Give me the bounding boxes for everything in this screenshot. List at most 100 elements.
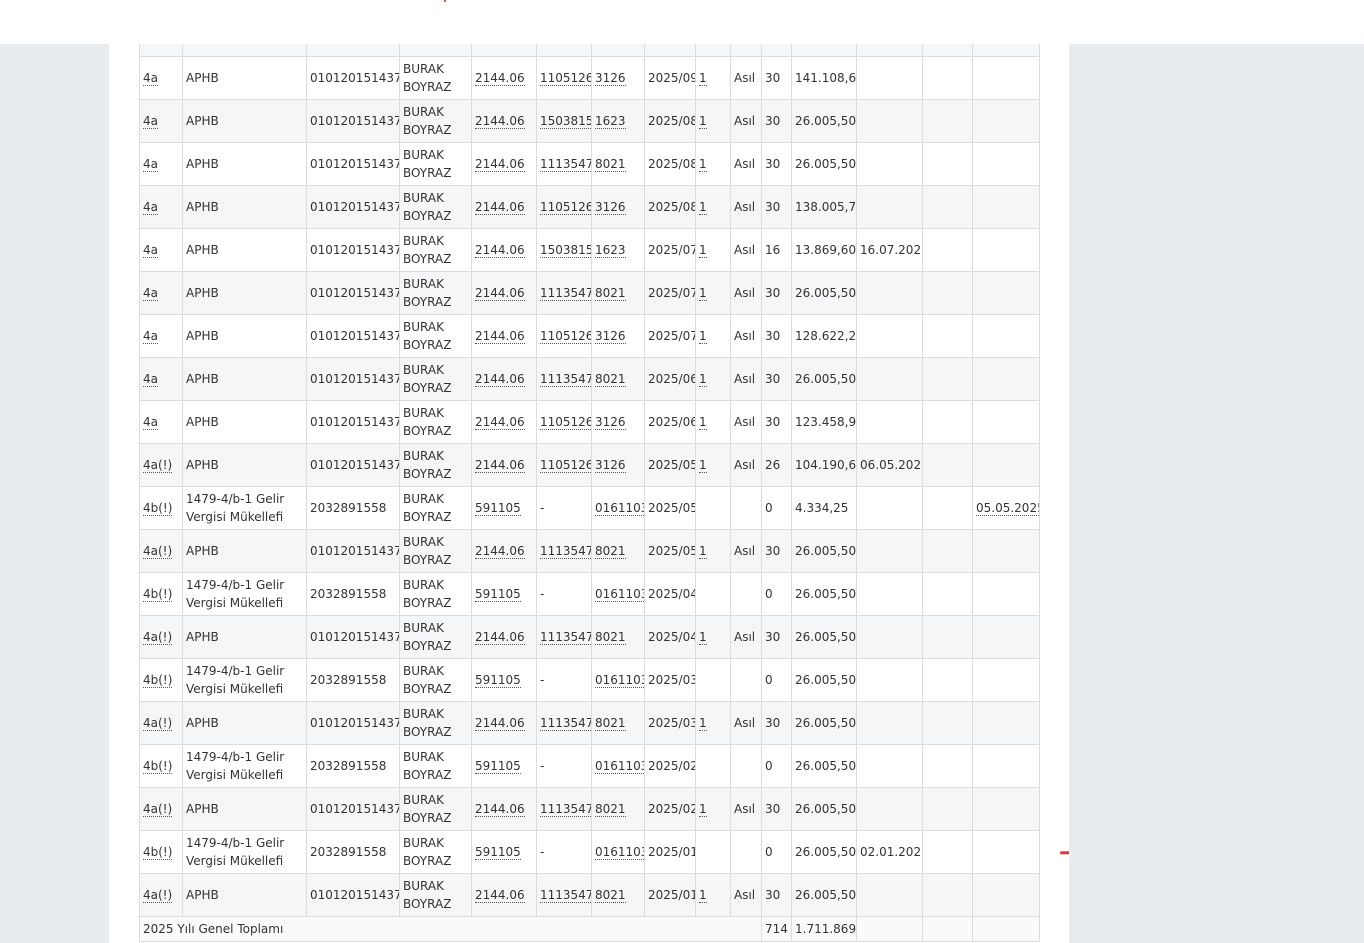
abbr-isyeri[interactable]: 1105126 <box>540 71 591 86</box>
abbr-seq[interactable]: 1 <box>699 114 707 129</box>
cell-tip: 4a <box>139 271 183 315</box>
abbr-kod[interactable]: 591105 <box>475 845 521 860</box>
abbr-kod[interactable]: 2144.06 <box>475 157 525 172</box>
abbr-tip[interactable]: 4a(!) <box>143 458 173 473</box>
abbr-kod[interactable]: 2144.06 <box>475 71 525 86</box>
abbr-kod[interactable]: 2144.06 <box>475 286 525 301</box>
cell-x <box>922 615 973 659</box>
abbr-meslek[interactable]: 3126 <box>595 200 626 215</box>
abbr-seq[interactable]: 1 <box>699 716 707 731</box>
abbr-seq[interactable]: 1 <box>699 458 707 473</box>
abbr-kod[interactable]: 591105 <box>475 759 521 774</box>
abbr-meslek[interactable]: 3126 <box>595 415 626 430</box>
abbr-meslek[interactable]: 8021 <box>595 630 626 645</box>
abbr-isyeri[interactable]: 1113547 <box>540 716 591 731</box>
abbr-isyeri[interactable]: 1113547 <box>540 630 591 645</box>
abbr-meslek[interactable]: 0161103 <box>595 587 644 602</box>
cell-tur <box>730 830 762 874</box>
table-row: 4b(!) 1479-4/b-1 Gelir Vergisi Mükellefi 2… <box>139 744 1040 788</box>
abbr-tip[interactable]: 4b(!) <box>143 845 173 860</box>
abbr-tip[interactable]: 4b(!) <box>143 587 173 602</box>
abbr-meslek[interactable]: 0161103 <box>595 845 644 860</box>
abbr-kod[interactable]: 591105 <box>475 501 521 516</box>
abbr-isyeri[interactable]: 1105126 <box>540 200 591 215</box>
abbr-meslek[interactable]: 8021 <box>595 716 626 731</box>
abbr-tip[interactable]: 4a <box>143 157 158 172</box>
abbr-meslek[interactable]: 8021 <box>595 888 626 903</box>
abbr-kod[interactable]: 2144.06 <box>475 802 525 817</box>
abbr-meslek[interactable]: 3126 <box>595 329 626 344</box>
abbr-kod[interactable]: 2144.06 <box>475 200 525 215</box>
abbr-kod[interactable]: 2144.06 <box>475 415 525 430</box>
abbr-isyeri[interactable]: 1113547 <box>540 157 591 172</box>
abbr-tip[interactable]: 4a <box>143 200 158 215</box>
abbr-kod[interactable]: 591105 <box>475 587 521 602</box>
abbr-meslek[interactable]: 8021 <box>595 157 626 172</box>
abbr-tip[interactable]: 4a <box>143 415 158 430</box>
abbr-isyeri[interactable]: 1105126 <box>540 415 591 430</box>
abbr-kod[interactable]: 2144.06 <box>475 329 525 344</box>
abbr-tip[interactable]: 4a <box>143 329 158 344</box>
cell-donem: 2025/06 <box>644 357 696 401</box>
abbr-isyeri[interactable]: 1503815 <box>540 243 591 258</box>
abbr-kod[interactable]: 2144.06 <box>475 372 525 387</box>
abbr-isyeri[interactable]: 1105126 <box>540 329 591 344</box>
abbr-seq[interactable]: 1 <box>699 286 707 301</box>
abbr-seq[interactable]: 1 <box>699 71 707 86</box>
abbr-tip[interactable]: 4a(!) <box>143 716 173 731</box>
abbr-meslek[interactable]: 3126 <box>595 458 626 473</box>
abbr-tip[interactable]: 4a <box>143 114 158 129</box>
abbr-meslek[interactable]: 8021 <box>595 372 626 387</box>
abbr-meslek[interactable]: 8021 <box>595 286 626 301</box>
cell-kod: 2144.06 <box>471 873 537 917</box>
abbr-meslek[interactable]: 8021 <box>595 544 626 559</box>
abbr-isyeri[interactable]: 1105126 <box>540 458 591 473</box>
abbr-meslek[interactable]: 3126 <box>595 71 626 86</box>
abbr-kod[interactable]: 2144.06 <box>475 630 525 645</box>
abbr-seq[interactable]: 1 <box>699 802 707 817</box>
cell-tur: Asıl <box>730 228 762 272</box>
abbr-kod[interactable]: 2144.06 <box>475 243 525 258</box>
abbr-tip[interactable]: 4b(!) <box>143 673 173 688</box>
abbr-meslek[interactable]: 0161103 <box>595 501 644 516</box>
abbr-seq[interactable]: 1 <box>699 372 707 387</box>
abbr-tip[interactable]: 4a <box>143 243 158 258</box>
abbr-tip[interactable]: 4a(!) <box>143 802 173 817</box>
abbr-meslek[interactable]: 1623 <box>595 114 626 129</box>
abbr-seq[interactable]: 1 <box>699 200 707 215</box>
abbr-seq[interactable]: 1 <box>699 157 707 172</box>
abbr-kod[interactable]: 2144.06 <box>475 544 525 559</box>
abbr-kod[interactable]: 2144.06 <box>475 716 525 731</box>
abbr-seq[interactable]: 1 <box>699 544 707 559</box>
abbr-isyeri[interactable]: 1113547 <box>540 544 591 559</box>
abbr-seq[interactable]: 1 <box>699 630 707 645</box>
abbr-meslek[interactable]: 0161103 <box>595 759 644 774</box>
abbr-isyeri[interactable]: 1113547 <box>540 372 591 387</box>
abbr-isyeri[interactable]: 1113547 <box>540 802 591 817</box>
abbr-tip[interactable]: 4b(!) <box>143 501 173 516</box>
abbr-tip[interactable]: 4a(!) <box>143 888 173 903</box>
abbr-seq[interactable]: 1 <box>699 243 707 258</box>
abbr-seq[interactable]: 1 <box>699 415 707 430</box>
abbr-isyeri[interactable]: 1113547 <box>540 286 591 301</box>
abbr-meslek[interactable]: 0161103 <box>595 673 644 688</box>
abbr-kod[interactable]: 2144.06 <box>475 888 525 903</box>
abbr-kod[interactable]: 2144.06 <box>475 458 525 473</box>
abbr-cikis[interactable]: 05.05.2025 <box>976 501 1039 516</box>
abbr-tip[interactable]: 4a <box>143 286 158 301</box>
abbr-meslek[interactable]: 1623 <box>595 243 626 258</box>
abbr-kod[interactable]: 591105 <box>475 673 521 688</box>
abbr-tip[interactable]: 4a(!) <box>143 630 173 645</box>
abbr-seq[interactable]: 1 <box>699 329 707 344</box>
abbr-isyeri[interactable]: 1503815 <box>540 114 591 129</box>
abbr-tip[interactable]: 4b(!) <box>143 759 173 774</box>
cell-tur: Asıl <box>730 615 762 659</box>
abbr-seq[interactable]: 1 <box>699 888 707 903</box>
abbr-tip[interactable]: 4a <box>143 71 158 86</box>
abbr-tip[interactable]: 4a(!) <box>143 544 173 559</box>
cell-gun: 30 <box>761 400 792 444</box>
abbr-kod[interactable]: 2144.06 <box>475 114 525 129</box>
abbr-tip[interactable]: 4a <box>143 372 158 387</box>
abbr-meslek[interactable]: 8021 <box>595 802 626 817</box>
abbr-isyeri[interactable]: 1113547 <box>540 888 591 903</box>
